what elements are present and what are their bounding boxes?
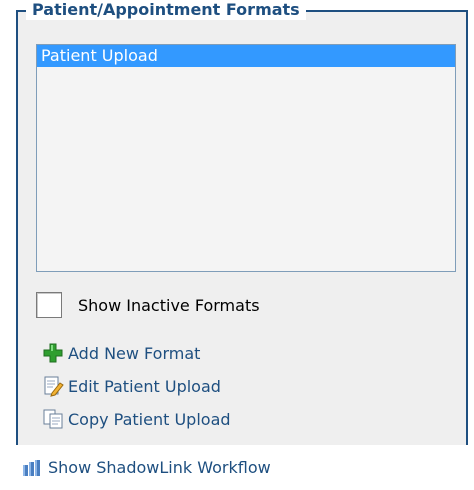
list-item-patient-upload[interactable]: Patient Upload [37,45,455,67]
edit-format-link[interactable]: Edit Patient Upload [42,375,221,397]
add-new-format-label[interactable]: Add New Format [68,344,200,363]
workflow-icon [23,459,40,476]
add-new-format-link[interactable]: Add New Format [42,342,200,364]
edit-format-label[interactable]: Edit Patient Upload [68,377,221,396]
copy-format-label[interactable]: Copy Patient Upload [68,410,231,429]
formats-panel: Patient/Appointment Formats Patient Uplo… [16,0,468,445]
show-inactive-checkbox[interactable] [36,292,62,318]
show-workflow-link[interactable]: Show ShadowLink Workflow [22,458,271,477]
show-inactive-label[interactable]: Show Inactive Formats [78,296,260,315]
copy-document-icon [43,409,63,429]
copy-format-link[interactable]: Copy Patient Upload [42,408,231,430]
show-workflow-label[interactable]: Show ShadowLink Workflow [48,458,271,477]
formats-listbox[interactable]: Patient Upload [36,44,456,272]
panel-title: Patient/Appointment Formats [26,0,306,20]
show-inactive-row[interactable]: Show Inactive Formats [36,290,260,320]
plus-icon [43,343,63,363]
edit-document-icon [44,376,64,397]
